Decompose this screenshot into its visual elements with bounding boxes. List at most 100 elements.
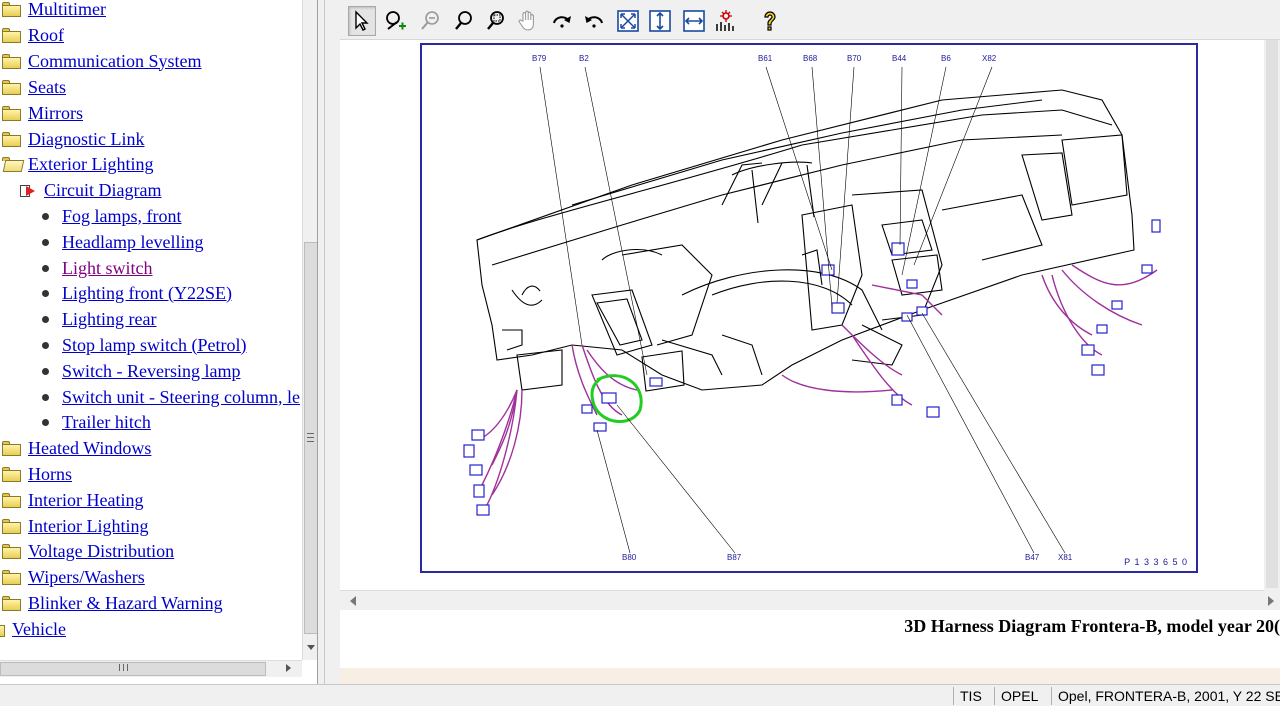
tree-item[interactable]: Exterior Lighting: [2, 151, 153, 177]
fit-page-button[interactable]: [614, 6, 642, 36]
select-arrow-button[interactable]: [348, 6, 376, 36]
diagram-vscroll-thumb[interactable]: [1266, 40, 1278, 588]
folder-icon: [2, 569, 21, 585]
bullet-icon: [42, 264, 49, 272]
diagram-viewer[interactable]: B79 B2 B61 B68 B70 B44 B6 X82 B80 B87 B4…: [340, 40, 1264, 610]
tree-item-label[interactable]: Wipers/Washers: [28, 567, 145, 588]
tree-item-label[interactable]: Voltage Distribution: [28, 541, 174, 562]
tree-item-label[interactable]: Seats: [28, 77, 66, 98]
tree-item[interactable]: Lighting front (Y22SE): [34, 280, 232, 306]
tree-item[interactable]: Mirrors: [2, 100, 83, 126]
tree-item[interactable]: Lighting rear: [34, 306, 156, 332]
tree-item[interactable]: Circuit Diagram: [20, 177, 161, 203]
tree-item-label[interactable]: Interior Lighting: [28, 516, 148, 537]
tree-item-label[interactable]: Trailer hitch: [62, 412, 151, 433]
diagram-vertical-scrollbar[interactable]: [1264, 40, 1280, 610]
tree-item-label[interactable]: Exterior Lighting: [28, 154, 153, 175]
tree-item-label[interactable]: Lighting rear: [62, 309, 156, 330]
tree-item[interactable]: Interior Lighting: [2, 513, 148, 539]
tree-item[interactable]: Stop lamp switch (Petrol): [34, 332, 246, 358]
scroll-left-arrow-icon[interactable]: [350, 596, 356, 606]
bullet-icon: [42, 341, 49, 349]
zoom-area-button[interactable]: [482, 6, 510, 36]
tree-item-label[interactable]: Vehicle: [12, 619, 66, 640]
tree-item[interactable]: Trailer hitch: [34, 409, 151, 435]
diagram-horizontal-scrollbar[interactable]: [340, 590, 1274, 610]
navigation-tree: Multitimer Roof Communication System Seats M…: [0, 0, 302, 660]
tree-item-label[interactable]: Blinker & Hazard Warning: [28, 593, 223, 614]
callout-label: B68: [803, 54, 818, 63]
tree-item[interactable]: Multitimer: [2, 0, 106, 22]
scroll-grip-icon: [307, 433, 314, 442]
pane-splitter[interactable]: [318, 0, 340, 684]
status-field-system: TIS: [953, 687, 993, 705]
tree-item-label[interactable]: Switch - Reversing lamp: [62, 361, 240, 382]
tree-vertical-scrollbar[interactable]: [302, 0, 317, 660]
tree-item[interactable]: Headlamp levelling: [34, 229, 203, 255]
folder-icon: [2, 543, 21, 559]
folder-icon: [2, 492, 21, 508]
rotate-cw-button[interactable]: [548, 6, 576, 36]
tree-item[interactable]: Vehicle: [0, 616, 66, 642]
scroll-right-arrow-icon[interactable]: [1268, 596, 1274, 606]
tree-horizontal-scrollbar[interactable]: [0, 660, 302, 677]
fit-width-button[interactable]: [680, 6, 708, 36]
tree-item[interactable]: Blinker & Hazard Warning: [2, 590, 223, 616]
tree-item-label[interactable]: Fog lamps, front: [62, 206, 182, 227]
tree-item-label[interactable]: Horns: [28, 464, 72, 485]
reset-view-icon: [716, 10, 734, 31]
help-button[interactable]: [756, 6, 784, 36]
tree-item[interactable]: Switch unit - Steering column, le: [34, 384, 300, 410]
tree-item-label[interactable]: Heated Windows: [28, 438, 151, 459]
pan-hand-button[interactable]: [514, 6, 542, 36]
tree-item[interactable]: Diagnostic Link: [2, 126, 144, 152]
tree-item[interactable]: Heated Windows: [2, 435, 151, 461]
tree-item-label[interactable]: Diagnostic Link: [28, 129, 144, 150]
bullet-icon: [42, 315, 49, 323]
zoom-in-button[interactable]: [382, 6, 410, 36]
tree-item[interactable]: Roof: [2, 22, 64, 48]
tree-item[interactable]: Light switch: [34, 255, 153, 281]
tree-item[interactable]: Fog lamps, front: [34, 203, 182, 229]
scroll-down-arrow-icon[interactable]: [307, 645, 315, 650]
scroll-right-arrow-icon[interactable]: [286, 664, 291, 672]
tree-hscroll-thumb[interactable]: [0, 662, 266, 676]
folder-icon: [2, 1, 21, 17]
tree-item[interactable]: Seats: [2, 74, 66, 100]
zoom-out-icon: [421, 11, 439, 30]
tree-item-label[interactable]: Multitimer: [28, 0, 106, 20]
tree-item-label[interactable]: Interior Heating: [28, 490, 143, 511]
tree-item-label[interactable]: Light switch: [62, 258, 153, 279]
folder-icon: [2, 27, 21, 43]
bullet-icon: [42, 418, 49, 426]
pan-hand-icon: [518, 10, 534, 31]
tree-item-label[interactable]: Switch unit - Steering column, le: [62, 387, 300, 408]
zoom-button[interactable]: [450, 6, 478, 36]
tree-item-label[interactable]: Mirrors: [28, 103, 83, 124]
zoom-out-button[interactable]: [416, 6, 444, 36]
tree-item[interactable]: Wipers/Washers: [2, 564, 145, 590]
folder-icon: [2, 595, 21, 611]
wiring-harness: [476, 264, 1158, 506]
rotate-ccw-button[interactable]: [580, 6, 608, 36]
tree-item-label[interactable]: Roof: [28, 25, 64, 46]
tree-item-label[interactable]: Headlamp levelling: [62, 232, 203, 253]
tree-item[interactable]: Communication System: [2, 48, 202, 74]
tree-item[interactable]: Voltage Distribution: [2, 538, 174, 564]
fit-height-button[interactable]: [646, 6, 674, 36]
tree-item-label[interactable]: Communication System: [28, 51, 202, 72]
tree-item-label[interactable]: Circuit Diagram: [44, 180, 161, 201]
bullet-icon: [42, 393, 49, 401]
callout-label: X82: [982, 54, 997, 63]
tree-item-label[interactable]: Lighting front (Y22SE): [62, 283, 232, 304]
tree-item-label[interactable]: Stop lamp switch (Petrol): [62, 335, 246, 356]
rotate-ccw-icon: [585, 16, 603, 28]
bullet-icon: [42, 367, 49, 375]
zoom-icon: [455, 11, 472, 30]
diagram-code: P 1 3 3 6 5 0: [1124, 557, 1188, 567]
tree-item[interactable]: Switch - Reversing lamp: [34, 358, 240, 384]
folder-icon: [2, 53, 21, 69]
tree-item[interactable]: Horns: [2, 461, 72, 487]
reset-view-button[interactable]: [712, 6, 740, 36]
tree-item[interactable]: Interior Heating: [2, 487, 143, 513]
